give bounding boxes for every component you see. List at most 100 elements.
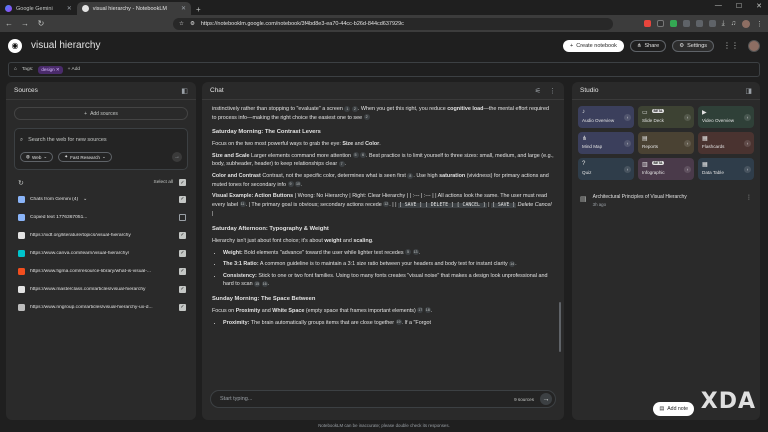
source-item[interactable]: Chats from Gemini (4) ⌄ ✓	[18, 190, 186, 208]
settings-button[interactable]: ⚙ Settings	[672, 39, 714, 52]
send-button[interactable]: →	[540, 393, 552, 405]
source-checkbox[interactable]: ✓	[179, 303, 186, 311]
chevron-right-icon[interactable]: ›	[624, 140, 631, 147]
citation-marker[interactable]: 17	[417, 307, 424, 314]
create-notebook-button[interactable]: + Create notebook	[563, 39, 624, 52]
citation-marker[interactable]: 5	[405, 249, 412, 256]
citation-marker[interactable]: 13	[412, 249, 419, 256]
source-item[interactable]: https://www.masterclass.com/articles/vis…	[18, 280, 186, 298]
chevron-right-icon[interactable]: ›	[744, 114, 751, 121]
citation-marker[interactable]: 16	[261, 280, 268, 287]
sidebar-icon[interactable]	[708, 20, 716, 27]
forward-icon[interactable]: →	[21, 19, 29, 28]
reload-icon[interactable]: ↻	[37, 19, 45, 28]
back-icon[interactable]: ←	[5, 19, 13, 28]
close-tab-icon[interactable]: ✕	[67, 5, 72, 12]
studio-tile-mind-map[interactable]: ⋔ Mind Map ›	[578, 132, 634, 154]
extension-icon[interactable]	[643, 20, 651, 27]
puzzle-icon[interactable]	[695, 20, 703, 27]
research-mode-dropdown[interactable]: ✦ Fast Research ⌄	[58, 152, 112, 162]
studio-tile-slide-deck[interactable]: ▭ BETA Slide Deck ›	[638, 106, 694, 128]
source-checkbox[interactable]	[179, 213, 186, 221]
note-item[interactable]: ▤ Architectural Principles of Visual Hie…	[580, 194, 752, 207]
studio-tile-data-table[interactable]: ▦ Data Table ›	[698, 158, 754, 180]
profile-icon[interactable]	[742, 19, 750, 28]
minimize-icon[interactable]: —	[715, 2, 722, 10]
browser-tab-gemini[interactable]: Google Gemini ✕	[0, 2, 77, 15]
search-submit-button[interactable]: →	[172, 152, 182, 162]
source-checkbox[interactable]: ✓	[179, 285, 186, 293]
source-checkbox[interactable]: ✓	[179, 195, 186, 203]
web-source-dropdown[interactable]: ◍ Web ⌄	[20, 152, 54, 162]
chat-settings-icon[interactable]: ⚟	[535, 87, 541, 95]
source-item[interactable]: Copied text 1776367051...	[18, 208, 186, 226]
chevron-right-icon[interactable]: ›	[744, 140, 751, 147]
studio-tile-video-overview[interactable]: ▶ Video Overview ›	[698, 106, 754, 128]
source-item[interactable]: https://www.nngroup.com/articles/visual-…	[18, 298, 186, 316]
citation-marker[interactable]: 18	[424, 307, 431, 314]
citation-marker[interactable]: 9	[287, 181, 294, 188]
close-tab-icon[interactable]: ✕	[181, 5, 186, 12]
extension-icon[interactable]	[656, 20, 664, 27]
chevron-right-icon[interactable]: ›	[684, 114, 691, 121]
studio-tile-quiz[interactable]: ? Quiz ›	[578, 158, 634, 180]
citation-marker[interactable]: 15	[254, 280, 261, 287]
site-info-icon[interactable]: ⚙	[190, 21, 195, 27]
citation-marker[interactable]: 14	[509, 260, 516, 267]
citation-marker[interactable]: 1	[344, 105, 351, 112]
citation-marker[interactable]: 7	[338, 160, 345, 167]
table-icon: ▦	[702, 162, 708, 168]
close-window-icon[interactable]: ✕	[756, 2, 762, 10]
chevron-right-icon[interactable]: ›	[624, 114, 631, 121]
notebook-title[interactable]: visual hierarchy	[31, 40, 100, 51]
search-input[interactable]: ⌕ Search the web for new sources	[20, 134, 182, 146]
add-tag-button[interactable]: + Add	[68, 67, 80, 72]
extension-icon[interactable]	[669, 20, 677, 27]
chevron-right-icon[interactable]: ›	[744, 166, 751, 173]
source-checkbox[interactable]: ✓	[179, 231, 186, 239]
source-item[interactable]: https://www.figma.com/resource-library/w…	[18, 262, 186, 280]
extension-icon[interactable]	[682, 20, 690, 27]
chevron-right-icon[interactable]: ›	[624, 166, 631, 173]
collapse-panel-icon[interactable]: ◧	[181, 87, 188, 95]
notebooklm-logo-icon[interactable]: ◉	[8, 38, 22, 53]
media-icon[interactable]: ♫	[731, 20, 736, 27]
citation-marker[interactable]: 2	[363, 114, 370, 121]
more-options-icon[interactable]: ⋮	[746, 194, 752, 201]
avatar[interactable]	[748, 39, 760, 52]
new-tab-button[interactable]: +	[196, 5, 201, 14]
chat-scrollbar[interactable]	[559, 302, 561, 352]
chevron-down-icon[interactable]: ⌄	[83, 196, 87, 202]
studio-tile-reports[interactable]: ▤ Reports ›	[638, 132, 694, 154]
source-item[interactable]: https://ixdf.org/literature/topics/visua…	[18, 226, 186, 244]
download-icon[interactable]: ⤓	[722, 20, 725, 28]
source-checkbox[interactable]: ✓	[179, 249, 186, 257]
more-options-icon[interactable]: ⋮	[549, 87, 556, 95]
add-sources-button[interactable]: + Add sources	[14, 107, 188, 120]
chat-input[interactable]: Start typing... 9 sources →	[210, 390, 556, 408]
nng-icon	[18, 303, 25, 311]
maximize-icon[interactable]: ☐	[736, 2, 742, 10]
source-item[interactable]: https://www.canva.com/learn/visual-hiera…	[18, 244, 186, 262]
select-all-checkbox[interactable]: ✓	[179, 179, 186, 186]
address-bar[interactable]: ☆ ⚙ https://notebooklm.google.com/notebo…	[173, 17, 613, 30]
citation-marker[interactable]: 5	[352, 152, 359, 159]
share-button[interactable]: ⋔ Share	[629, 39, 667, 52]
collapse-panel-icon[interactable]: ◨	[745, 87, 752, 95]
menu-icon[interactable]: ⋮	[756, 20, 763, 28]
studio-tile-audio-overview[interactable]: ♪ Audio Overview ›	[578, 106, 634, 128]
citation-marker[interactable]: 10	[295, 181, 302, 188]
chevron-right-icon[interactable]: ›	[684, 166, 691, 173]
add-note-button[interactable]: ▤ Add note	[653, 402, 694, 416]
source-checkbox[interactable]: ✓	[179, 267, 186, 275]
refresh-icon[interactable]: ↻	[18, 179, 24, 187]
research-icon: ✦	[64, 154, 69, 159]
bookmark-icon[interactable]: ☆	[179, 21, 184, 27]
search-icon: ⌕	[20, 136, 24, 143]
browser-tab-notebooklm[interactable]: visual hierarchy - NotebookLM ✕	[76, 2, 192, 15]
tag-chip-design[interactable]: design ✕	[38, 65, 63, 74]
apps-grid-icon[interactable]: ⋮⋮	[723, 41, 739, 50]
studio-tile-infographic[interactable]: ▥ BETA Infographic ›	[638, 158, 694, 180]
chevron-right-icon[interactable]: ›	[684, 140, 691, 147]
studio-tile-flashcards[interactable]: ▦ Flashcards ›	[698, 132, 754, 154]
